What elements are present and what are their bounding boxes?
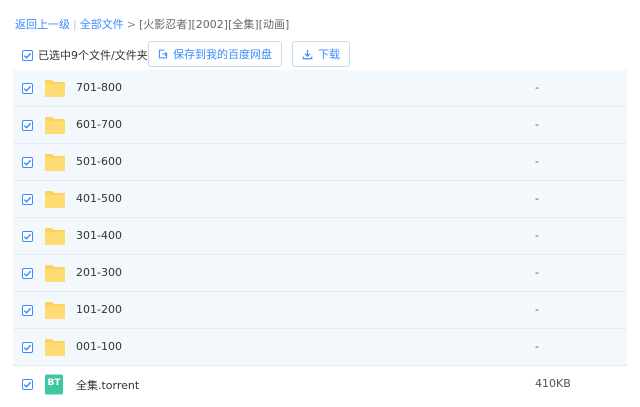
file-name[interactable]: 701-800 — [76, 81, 122, 94]
row-checkbox[interactable] — [22, 83, 33, 94]
folder-row[interactable]: 401-500 - — [13, 181, 627, 218]
select-all-checkbox[interactable] — [22, 49, 33, 61]
folder-row[interactable]: 201-300 - — [13, 255, 627, 292]
file-name[interactable]: 101-200 — [76, 303, 122, 316]
row-checkbox[interactable] — [22, 342, 33, 353]
file-name[interactable]: 301-400 — [76, 229, 122, 242]
folder-row[interactable]: 501-600 - — [13, 144, 627, 181]
breadcrumb-separator: | — [73, 18, 77, 31]
download-button[interactable]: 下载 — [292, 41, 350, 67]
folder-row[interactable]: 301-400 - — [13, 218, 627, 255]
file-size: - — [535, 340, 539, 353]
save-icon — [158, 49, 168, 59]
folder-icon — [44, 152, 66, 172]
folder-icon — [44, 263, 66, 283]
file-size: - — [535, 229, 539, 242]
file-row[interactable]: BT 全集.torrent 410KB — [13, 366, 627, 403]
breadcrumb: 返回上一级 | 全部文件 > [火影忍者][2002][全集][动画] — [15, 16, 289, 32]
current-folder: [火影忍者][2002][全集][动画] — [138, 18, 290, 31]
folder-icon — [44, 300, 66, 320]
selection-count: 已选中9个文件/文件夹 — [38, 49, 148, 62]
file-size: 410KB — [535, 377, 571, 390]
file-size: - — [535, 266, 539, 279]
row-checkbox[interactable] — [22, 120, 33, 131]
save-to-netdisk-button[interactable]: 保存到我的百度网盘 — [148, 41, 282, 67]
all-files-link[interactable]: 全部文件 — [80, 18, 124, 31]
checkmark-icon — [23, 196, 32, 203]
file-size: - — [535, 155, 539, 168]
checkmark-icon — [23, 381, 32, 388]
row-checkbox[interactable] — [22, 157, 33, 168]
download-button-label: 下载 — [318, 48, 340, 61]
save-button-label: 保存到我的百度网盘 — [173, 48, 272, 61]
file-size: - — [535, 303, 539, 316]
file-size: - — [535, 118, 539, 131]
checkmark-icon — [23, 122, 32, 129]
file-size: - — [535, 81, 539, 94]
row-checkbox[interactable] — [22, 231, 33, 242]
file-name[interactable]: 401-500 — [76, 192, 122, 205]
file-list: 701-800 - 601-700 - 501-600 - 401-500 - 301-400 -… — [13, 70, 627, 403]
folder-icon — [44, 115, 66, 135]
checkmark-icon — [23, 270, 32, 277]
folder-icon — [44, 337, 66, 357]
checkmark-icon — [23, 52, 32, 59]
row-checkbox[interactable] — [22, 268, 33, 279]
selection-toolbar: 已选中9个文件/文件夹 — [22, 42, 148, 68]
file-name[interactable]: 全集.torrent — [76, 377, 139, 393]
file-name[interactable]: 201-300 — [76, 266, 122, 279]
row-checkbox[interactable] — [22, 305, 33, 316]
checkmark-icon — [23, 85, 32, 92]
checkmark-icon — [23, 307, 32, 314]
checkmark-icon — [23, 159, 32, 166]
file-size: - — [535, 192, 539, 205]
file-name[interactable]: 601-700 — [76, 118, 122, 131]
folder-icon — [44, 189, 66, 209]
back-link[interactable]: 返回上一级 — [15, 18, 70, 31]
folder-icon — [44, 226, 66, 246]
row-checkbox[interactable] — [22, 379, 33, 390]
folder-row[interactable]: 601-700 - — [13, 107, 627, 144]
torrent-icon-label: BT — [47, 378, 61, 388]
folder-row[interactable]: 001-100 - — [13, 329, 627, 366]
checkmark-icon — [23, 344, 32, 351]
checkmark-icon — [23, 233, 32, 240]
download-icon — [302, 49, 313, 59]
torrent-icon: BT — [44, 374, 66, 395]
file-name[interactable]: 501-600 — [76, 155, 122, 168]
file-name[interactable]: 001-100 — [76, 340, 122, 353]
folder-row[interactable]: 701-800 - — [13, 70, 627, 107]
folder-row[interactable]: 101-200 - — [13, 292, 627, 329]
breadcrumb-arrow-icon: > — [126, 18, 136, 31]
row-checkbox[interactable] — [22, 194, 33, 205]
folder-icon — [44, 78, 66, 98]
